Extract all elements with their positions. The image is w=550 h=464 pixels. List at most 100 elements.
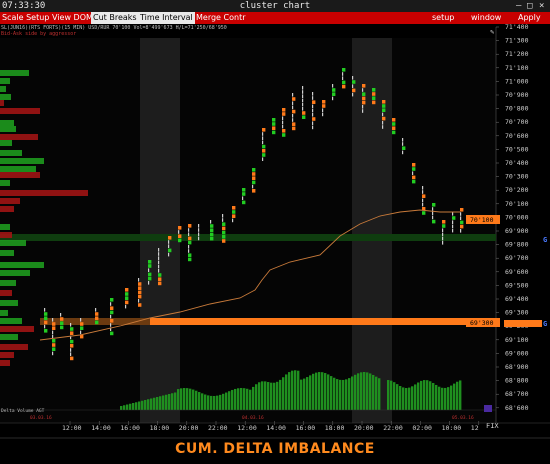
cluster-cell: [452, 224, 454, 229]
cluster-cell: [110, 331, 114, 336]
cluster-cell: [282, 120, 284, 125]
cluster-cell: [312, 125, 314, 130]
histogram-bar: [177, 389, 180, 410]
histogram-bar: [369, 373, 372, 410]
time-axis-label: 12:00: [62, 424, 82, 432]
histogram-bar: [273, 382, 276, 410]
histogram-bar: [216, 395, 219, 410]
cluster-cell: [44, 308, 46, 312]
histogram-bar: [399, 386, 402, 410]
time-axis-label: 22:00: [208, 424, 228, 432]
time-axis-label: 20:00: [179, 424, 199, 432]
cluster-cell: [110, 323, 112, 327]
cluster-cell: [44, 320, 48, 325]
cluster-cell: [312, 117, 316, 121]
cluster-cell: [362, 88, 364, 92]
cluster-cell: [262, 153, 266, 157]
cluster-cell: [342, 80, 346, 85]
cluster-cell: [312, 92, 314, 96]
histogram-bar: [261, 381, 264, 410]
cluster-cell: [188, 228, 190, 232]
cluster-cell: [452, 220, 454, 224]
cluster-cell: [168, 248, 172, 253]
cluster-cell: [292, 118, 294, 122]
time-axis-label: 10:00: [442, 424, 462, 432]
cluster-cell: [158, 256, 160, 260]
profile-bar: [0, 270, 30, 276]
price-tag-label: 70'100: [470, 216, 494, 224]
cluster-cell: [222, 214, 224, 218]
time-axis-label: 18:00: [325, 424, 345, 432]
cluster-cell: [312, 108, 314, 113]
profile-bar: [0, 360, 10, 366]
cluster-cell: [322, 100, 326, 104]
cluster-cell: [178, 230, 180, 234]
cluster-cell: [158, 264, 160, 269]
cluster-cell: [362, 109, 364, 113]
cluster-cell: [188, 240, 192, 245]
histogram-bar: [183, 388, 186, 410]
chart-small-label: Delta Volume AGT: [1, 408, 45, 414]
cluster-cell: [262, 140, 264, 145]
histogram-bar: [279, 379, 282, 410]
cluster-cell: [372, 96, 376, 100]
histogram-bar: [159, 396, 162, 410]
histogram-bar: [363, 372, 366, 410]
price-tag-label: 69'300: [470, 319, 494, 327]
cluster-cell: [70, 352, 72, 356]
profile-bar: [0, 290, 12, 296]
cluster-cell: [148, 264, 152, 268]
histogram-bar: [450, 385, 453, 410]
histogram-bar: [162, 395, 165, 410]
cluster-cell: [158, 252, 160, 256]
cluster-cell: [188, 253, 192, 257]
cluster-cell: [432, 215, 434, 220]
cluster-cell: [80, 322, 84, 326]
histogram-bar: [432, 382, 435, 410]
histogram-bar: [453, 383, 456, 410]
cluster-cell: [402, 146, 406, 150]
cluster-cell: [188, 249, 190, 253]
histogram-bar: [285, 374, 288, 410]
histogram-bar: [336, 379, 339, 410]
cluster-cell: [52, 339, 56, 343]
cluster-cell: [80, 330, 82, 335]
cluster-cell: [292, 93, 294, 97]
cluster-cell: [412, 175, 416, 180]
cluster-cell: [272, 126, 276, 130]
cluster-cell: [312, 96, 314, 100]
histogram-bar: [348, 378, 351, 410]
histogram-bar: [138, 401, 141, 410]
histogram-bar: [231, 389, 234, 410]
histogram-bar: [144, 400, 147, 410]
histogram-bar: [240, 388, 243, 410]
cluster-cell: [332, 96, 334, 101]
histogram-bar: [387, 380, 390, 410]
histogram-bar: [297, 370, 300, 410]
price-axis-label: 71'000: [505, 77, 529, 85]
histogram-bar: [201, 393, 204, 410]
pen-icon: ✎: [490, 28, 494, 36]
time-axis-label: 22:00: [383, 424, 403, 432]
cluster-cell: [422, 186, 424, 190]
histogram-bar: [192, 389, 195, 410]
cluster-cell: [252, 176, 256, 180]
cluster-cell: [60, 317, 64, 321]
cluster-cell: [168, 236, 172, 240]
cluster-cell: [422, 202, 424, 207]
cluster-cell: [402, 142, 404, 146]
price-axis-label: 68'800: [505, 377, 529, 385]
cluster-cell: [158, 260, 160, 265]
profile-bar: [0, 198, 20, 204]
cluster-cell: [460, 220, 464, 225]
cluster-chart[interactable]: 71'400 71'300 71'200 71'100 71'000 70'900 70'8…: [0, 0, 550, 464]
cluster-cell: [125, 304, 127, 309]
cluster-cell: [52, 343, 56, 347]
cluster-cell: [232, 214, 236, 218]
level-marker: G: [543, 320, 547, 328]
histogram-bar: [306, 377, 309, 410]
cluster-cell: [198, 224, 200, 228]
cluster-cell: [158, 281, 162, 286]
histogram-bar: [417, 382, 420, 410]
histogram-bar: [150, 398, 153, 410]
